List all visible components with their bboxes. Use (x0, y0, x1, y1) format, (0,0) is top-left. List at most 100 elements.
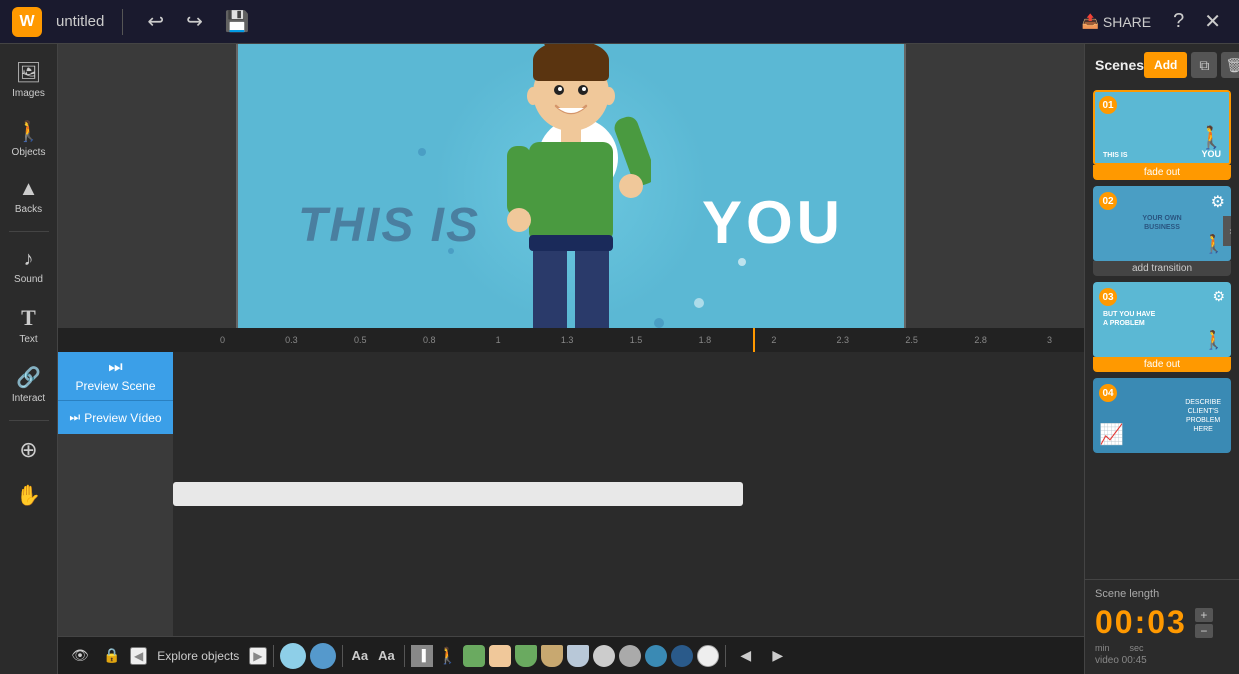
sidebar-item-interact[interactable]: 🔗 Interact (3, 357, 55, 412)
gray-arch-shape[interactable] (567, 645, 589, 667)
share-icon: 📤 (1081, 13, 1098, 30)
main-area: 🖼 Images 🚶 Objects ▲ Backs ♪ Sound T Tex… (0, 44, 1239, 674)
scene-thumb-3: 03 BUT YOU HAVEA PROBLEM 🚶 ⚙ (1093, 282, 1231, 357)
thumb-text-4: DESCRIBECLIENT'SPROBLEMHERE (1185, 397, 1221, 433)
tick-03: 0.3 (257, 335, 326, 345)
preview-video-button[interactable]: ⏭ Preview Vídeo (58, 400, 173, 434)
zoom-button[interactable]: ⊕ (3, 429, 55, 471)
text-icon: T (21, 305, 36, 331)
dot-4 (418, 148, 426, 156)
arch-shape[interactable] (515, 645, 537, 667)
redo-button[interactable]: ↪ (180, 7, 209, 36)
scene-num-3: 03 (1099, 288, 1117, 306)
nav-arrow-left[interactable]: ◀ (732, 642, 760, 670)
scene-length-controls: + − (1195, 608, 1213, 638)
thumb-char-1: 🚶 (1198, 125, 1225, 151)
circle-shape-dark-blue[interactable] (671, 645, 693, 667)
circle-shape-light[interactable] (593, 645, 615, 667)
video-total-label: video 00:45 (1095, 655, 1229, 666)
hand-icon: ✋ (16, 483, 41, 508)
text-style-serif[interactable]: Aa (349, 648, 372, 663)
arrow-left-button[interactable]: ◀ (130, 647, 147, 665)
thumb-char-3: 🚶 (1203, 330, 1225, 351)
skin-shape[interactable] (489, 645, 511, 667)
scene-item-4[interactable]: 04 DESCRIBECLIENT'SPROBLEMHERE 📈 (1093, 378, 1231, 453)
scene-item-3[interactable]: 03 BUT YOU HAVEA PROBLEM 🚶 ⚙ fade out (1093, 282, 1231, 372)
sidebar-item-text[interactable]: T Text (3, 297, 55, 353)
sidebar-divider (9, 231, 49, 232)
preview-scene-button[interactable]: ⏭ Preview Scene (58, 352, 173, 400)
objects-icon: 🚶 (16, 119, 41, 144)
color-swatch-blue-light[interactable] (280, 643, 306, 669)
scene-num-2: 02 (1099, 192, 1117, 210)
shape-pillar[interactable]: ▐ (411, 645, 433, 667)
timeline-clip[interactable] (173, 482, 743, 506)
add-transition-label[interactable]: add transition (1093, 261, 1231, 276)
thumb-text-3: BUT YOU HAVEA PROBLEM (1103, 310, 1155, 330)
color-swatch-blue[interactable] (310, 643, 336, 669)
tick-08: 0.8 (395, 335, 464, 345)
dot-6 (654, 318, 664, 328)
scene-num-1: 01 (1099, 96, 1117, 114)
character-obj[interactable]: 🚶 (437, 645, 459, 667)
add-scene-button[interactable]: Add (1144, 52, 1187, 78)
thumb-text-1: THIS IS (1103, 152, 1128, 159)
scene-length-plus[interactable]: + (1195, 608, 1213, 622)
tick-18: 1.8 (670, 335, 739, 345)
delete-scene-button[interactable]: 🗑 (1221, 52, 1239, 78)
tick-2: 2 (739, 335, 808, 345)
scenes-header: Scenes Add ⧉ 🗑 (1085, 44, 1239, 86)
hand-tool-button[interactable]: ✋ (3, 475, 55, 516)
scene-item-2[interactable]: 02 YOUR OWNBUSINESS ⚙ 🚶 add transition › (1093, 186, 1231, 276)
sidebar-item-sound[interactable]: ♪ Sound (3, 240, 55, 293)
preview-buttons: ⏭ Preview Scene ⏭ Preview Vídeo (58, 352, 173, 636)
scene-expander[interactable]: › (1223, 216, 1231, 246)
zoom-icon: ⊕ (19, 437, 37, 463)
green-shape[interactable] (463, 645, 485, 667)
tan-arch-shape[interactable] (541, 645, 563, 667)
topbar-right: 📤 SHARE ? ✕ (1073, 7, 1227, 36)
close-button[interactable]: ✕ (1198, 7, 1227, 36)
tick-0: 0 (188, 335, 257, 345)
tick-1: 1 (464, 335, 533, 345)
scene-num-4: 04 (1099, 384, 1117, 402)
tick-28: 2.8 (946, 335, 1015, 345)
circle-shape-mid[interactable] (619, 645, 641, 667)
help-button[interactable]: ? (1167, 8, 1190, 35)
scene-transition-3: fade out (1093, 357, 1231, 372)
circle-shape-white[interactable] (697, 645, 719, 667)
sound-icon: ♪ (24, 248, 34, 271)
eye-button[interactable]: 👁 (66, 642, 94, 670)
thumb-gear-3: ⚙ (1212, 288, 1225, 305)
canvas-stage[interactable]: ↘ THIS IS YOU (236, 44, 906, 328)
thumb-char-2: 🚶 (1203, 234, 1225, 255)
timeline-ruler: 0 0.3 0.5 0.8 1 1.3 1.5 1.8 2 2.3 2.5 2.… (58, 328, 1084, 352)
sidebar-item-images[interactable]: 🖼 Images (3, 52, 55, 107)
scene-length-sub: min sec (1095, 643, 1229, 653)
toolbar-separator-2 (342, 645, 343, 667)
sidebar-item-objects[interactable]: 🚶 Objects (3, 111, 55, 166)
tick-05: 0.5 (326, 335, 395, 345)
lock-button[interactable]: 🔒 (98, 642, 126, 670)
scene-item-1[interactable]: 01 THIS IS YOU 🚶 fade out (1093, 90, 1231, 180)
bottom-toolbar: 👁 🔒 ◀ Explore objects ▶ Aa Aa ▐ 🚶 (58, 636, 1084, 674)
canvas-wrapper[interactable]: ↘ THIS IS YOU (58, 44, 1084, 328)
character-figure (491, 44, 651, 328)
arrow-right-button[interactable]: ▶ (249, 647, 266, 665)
nav-arrow-right[interactable]: ▶ (764, 642, 792, 670)
app-logo[interactable]: W (12, 7, 42, 37)
explore-objects-label: Explore objects (151, 649, 245, 663)
sidebar-item-backs[interactable]: ▲ Backs (3, 170, 55, 223)
scene-length-time: 00:03 + − (1095, 604, 1229, 641)
save-button[interactable]: 💾 (219, 7, 256, 36)
circle-shape-blue[interactable] (645, 645, 667, 667)
canvas-area: ↘ THIS IS YOU (58, 44, 1084, 674)
interact-icon: 🔗 (16, 365, 41, 390)
scene-length-minus[interactable]: − (1195, 624, 1213, 638)
copy-scene-button[interactable]: ⧉ (1191, 52, 1217, 78)
share-button[interactable]: 📤 SHARE (1073, 9, 1159, 34)
text-style-sans[interactable]: Aa (375, 648, 398, 663)
timeline-track[interactable] (173, 352, 1084, 636)
undo-button[interactable]: ↩ (141, 7, 170, 36)
tick-3: 3 (1015, 335, 1084, 345)
